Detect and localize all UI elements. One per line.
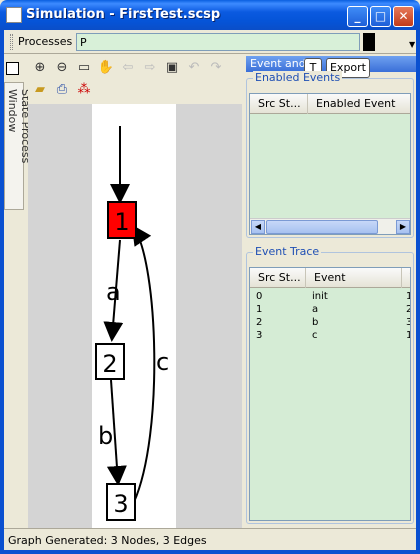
forward-arrow-icon[interactable]: ⇨ [140, 58, 160, 78]
state-graph: 1 2 3 a b c [95, 126, 169, 521]
graph-toolbar: ⊕ ⊖ ▭ ✋ ⇦ ⇨ ▣ ↶ ↷ ▰ ⎙ ⁂ [28, 56, 242, 102]
cell-event: init [312, 291, 328, 302]
processes-input[interactable]: P [76, 33, 360, 51]
cell-src-state: 3 [256, 330, 263, 341]
app-icon [6, 7, 22, 23]
event-trace-header: Src St... Event T [250, 268, 410, 288]
event-trace-group: Event Trace Src St... Event T 0 init 1 1… [246, 245, 414, 524]
horizontal-scrollbar[interactable]: ◀ ▶ [250, 218, 410, 234]
scroll-right-icon[interactable]: ▶ [396, 220, 410, 234]
toolbar-grip[interactable] [10, 34, 13, 50]
event-panel: Event and T T Export Enabled Events Src … [244, 54, 416, 528]
processes-color-swatch [363, 33, 375, 51]
event-trace-title: Event Trace [253, 245, 322, 258]
tab-state-process-window[interactable]: State Process Window [4, 82, 32, 210]
graph-canvas[interactable]: 1 2 3 a b c [92, 104, 176, 528]
cell-event: c [312, 330, 318, 341]
cell-target: 2 [406, 304, 410, 315]
column-header[interactable]: T [402, 268, 410, 288]
event-trace-table[interactable]: Src St... Event T 0 init 1 1 a 2 2 b 3 3 [249, 267, 411, 521]
restore-panel-icon[interactable] [6, 62, 19, 75]
scroll-thumb[interactable] [266, 220, 378, 234]
scroll-left-icon[interactable]: ◀ [251, 220, 265, 234]
node-2-label: 2 [102, 350, 117, 378]
enabled-events-header: Src St... Enabled Event [250, 94, 410, 114]
window-title: Simulation - FirstTest.scsp [26, 7, 221, 22]
enabled-events-table[interactable]: Src St... Enabled Event ◀ ▶ [249, 93, 411, 235]
enabled-events-title: Enabled Events [253, 71, 343, 84]
save-icon[interactable]: ▣ [162, 58, 182, 78]
column-header[interactable]: Src St... [250, 94, 308, 114]
cell-src-state: 1 [256, 304, 263, 315]
pan-hand-icon[interactable]: ✋ [96, 58, 116, 78]
title-bar[interactable]: Simulation - FirstTest.scsp _ □ ✕ [0, 0, 420, 30]
status-text: Graph Generated: 3 Nodes, 3 Edges [8, 534, 207, 547]
processes-label: Processes [18, 35, 73, 48]
edge-c-label: c [156, 348, 169, 376]
zoom-in-icon[interactable]: ⊕ [30, 58, 50, 78]
graph-view[interactable]: 1 2 3 a b c [28, 104, 242, 528]
cell-target: 1 [406, 330, 410, 341]
cell-event: b [312, 317, 319, 328]
column-header[interactable]: Enabled Event [308, 94, 410, 114]
node-3-label: 3 [113, 490, 128, 518]
enabled-events-group: Enabled Events Src St... Enabled Event ◀… [246, 71, 414, 238]
edge-c [131, 224, 156, 503]
cell-src-state: 2 [256, 317, 263, 328]
maximize-button[interactable]: □ [370, 6, 391, 27]
undo-icon[interactable]: ↶ [184, 58, 204, 78]
cell-event: a [312, 304, 319, 315]
zoom-out-icon[interactable]: ⊖ [52, 58, 72, 78]
graph-layout-icon[interactable]: ⁂ [74, 80, 94, 100]
column-header[interactable]: Src St... [250, 268, 306, 288]
cell-target: 1 [406, 291, 410, 302]
processes-bar: Processes P ▼ [4, 30, 416, 54]
open-folder-icon[interactable]: ▰ [30, 80, 50, 100]
edge-a-label: a [106, 278, 121, 306]
close-button[interactable]: ✕ [393, 6, 414, 27]
column-header[interactable]: Event [306, 268, 402, 288]
back-arrow-icon[interactable]: ⇦ [118, 58, 138, 78]
redo-icon[interactable]: ↷ [206, 58, 226, 78]
status-bar: Graph Generated: 3 Nodes, 3 Edges [4, 528, 416, 550]
fit-view-icon[interactable]: ▭ [74, 58, 94, 78]
print-icon[interactable]: ⎙ [52, 80, 72, 100]
chevron-down-icon[interactable]: ▼ [409, 40, 415, 49]
node-1-label: 1 [114, 208, 129, 236]
edge-b-label: b [98, 422, 113, 450]
cell-target: 3 [406, 317, 410, 328]
cell-src-state: 0 [256, 291, 263, 302]
minimize-button[interactable]: _ [347, 6, 368, 27]
